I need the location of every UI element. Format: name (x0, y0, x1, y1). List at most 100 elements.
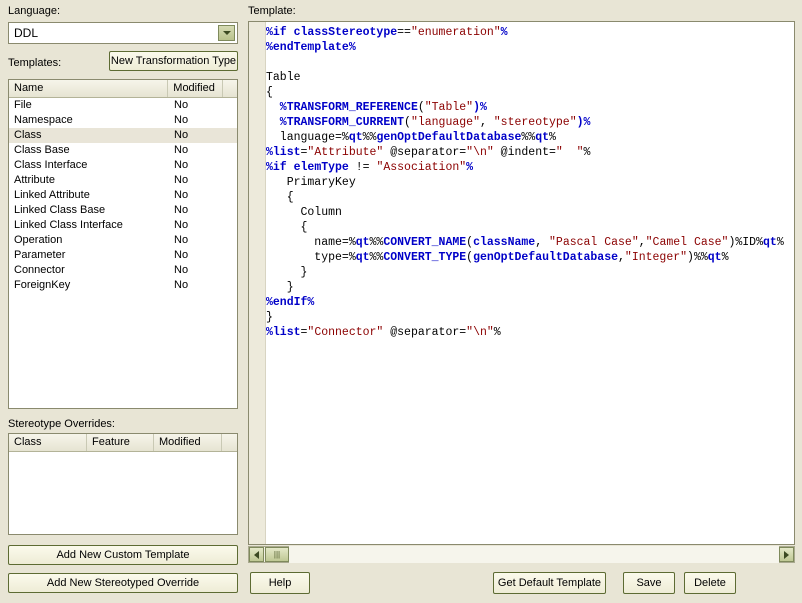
scroll-left-arrow-icon[interactable] (249, 547, 264, 562)
code-token: ( (404, 116, 411, 129)
code-token: "Attribute" (307, 146, 384, 159)
code-line: { (266, 85, 794, 100)
column-header-class[interactable]: Class (9, 434, 87, 451)
code-token: list (272, 146, 301, 159)
code-token: className (473, 236, 536, 249)
table-row[interactable]: Operation No (9, 233, 237, 248)
code-token: "Integer" (624, 251, 688, 264)
template-modified-cell: No (174, 129, 189, 141)
code-token: { (266, 191, 294, 204)
code-line: } (266, 265, 794, 280)
code-token: "\n" (466, 146, 494, 159)
chevron-down-icon[interactable] (218, 25, 235, 41)
template-name-cell: Linked Class Interface (14, 219, 123, 231)
code-token: qt (763, 236, 777, 249)
template-name-cell: Parameter (14, 249, 66, 261)
template-name-cell: Linked Attribute (14, 189, 90, 201)
code-token: )% (728, 236, 743, 249)
code-line: %if classStereotype=="enumeration"% (266, 25, 794, 40)
code-token: genOptDefaultDatabase (473, 251, 619, 264)
template-code-text[interactable]: %if classStereotype=="enumeration"% %endT… (266, 25, 794, 544)
code-token: { (266, 221, 308, 234)
code-token: % (500, 26, 508, 39)
code-token: " " (555, 146, 584, 159)
code-token: list (272, 326, 301, 339)
code-token: type=% (266, 251, 356, 264)
code-token: { (266, 86, 273, 99)
table-row[interactable]: Namespace No (9, 113, 237, 128)
table-row[interactable]: Linked Class Base No (9, 203, 237, 218)
code-token: % (756, 236, 763, 249)
code-token: % (583, 146, 591, 159)
code-line: %if elemType != "Association"% (266, 160, 794, 175)
templates-listview-body: File No Namespace No Class No Class Base No Clas… (9, 98, 237, 293)
code-line: type=%qt%%CONVERT_TYPE(genOptDefaultData… (266, 250, 794, 265)
table-row[interactable]: Linked Attribute No (9, 188, 237, 203)
table-row[interactable]: Class Interface No (9, 158, 237, 173)
get-default-template-button[interactable]: Get Default Template (493, 572, 606, 594)
code-token: % (493, 326, 501, 339)
templates-listview[interactable]: Name Modified File No Namespace No Class No Cl… (8, 79, 238, 409)
column-header-name[interactable]: Name (9, 80, 169, 97)
delete-button[interactable]: Delete (684, 572, 736, 594)
code-token: genOptDefaultDatabase (376, 131, 522, 144)
code-token: %% (369, 236, 384, 249)
help-button[interactable]: Help (250, 572, 310, 594)
column-header-blank[interactable] (222, 434, 237, 451)
column-header-feature[interactable]: Feature (87, 434, 154, 451)
code-token: % (776, 236, 784, 249)
column-header-modified[interactable]: Modified (168, 80, 224, 97)
scrollbar-thumb[interactable]: ||| (265, 547, 289, 562)
code-token: == (397, 26, 411, 39)
code-token: )% (576, 116, 591, 129)
code-token: , (479, 116, 494, 129)
table-row[interactable]: File No (9, 98, 237, 113)
add-new-stereotyped-override-button[interactable]: Add New Stereotyped Override (8, 573, 238, 593)
code-token: % (266, 116, 287, 129)
scrollbar-track[interactable] (289, 546, 779, 563)
table-row[interactable]: Parameter No (9, 248, 237, 263)
table-row[interactable]: Class Base No (9, 143, 237, 158)
column-header-blank[interactable] (223, 80, 237, 97)
code-line: { (266, 190, 794, 205)
left-panel: Language: DDL Templates: New Transformat… (0, 0, 245, 603)
template-name-cell: Namespace (14, 114, 73, 126)
language-combobox[interactable]: DDL (8, 22, 238, 44)
code-token: language=% (266, 131, 349, 144)
code-token: Table (266, 71, 301, 84)
code-token: % (466, 161, 474, 174)
template-name-cell: ForeignKey (14, 279, 71, 291)
table-row[interactable]: ForeignKey No (9, 278, 237, 293)
add-new-custom-template-button[interactable]: Add New Custom Template (8, 545, 238, 565)
code-token: "Camel Case" (645, 236, 729, 249)
code-line: { (266, 220, 794, 235)
template-name-cell: Linked Class Base (14, 204, 106, 216)
code-token: %% (369, 251, 384, 264)
code-token: PrimaryKey (266, 176, 356, 189)
scroll-right-arrow-icon[interactable] (779, 547, 794, 562)
code-token: @separator= (383, 326, 467, 339)
code-token: CONVERT_NAME (383, 236, 467, 249)
editor-horizontal-scrollbar[interactable]: ||| (248, 546, 795, 563)
template-label: Template: (248, 5, 296, 17)
template-code-editor[interactable]: %if classStereotype=="enumeration"% %endT… (248, 21, 795, 545)
stereotype-overrides-listview[interactable]: Class Feature Modified (8, 433, 238, 535)
new-transformation-type-button[interactable]: New Transformation Type (109, 51, 238, 71)
template-name-cell: Class Interface (14, 159, 88, 171)
code-token: "language" (410, 116, 480, 129)
code-token: ID (742, 236, 757, 249)
code-token: %endIf% (266, 296, 315, 309)
code-token: Column (266, 206, 342, 219)
save-button[interactable]: Save (623, 572, 675, 594)
templates-label: Templates: (8, 57, 62, 69)
table-row[interactable]: Class No (9, 128, 237, 143)
table-row[interactable]: Attribute No (9, 173, 237, 188)
code-token: qt (535, 131, 550, 144)
table-row[interactable]: Connector No (9, 263, 237, 278)
column-header-modified[interactable]: Modified (154, 434, 222, 451)
table-row[interactable]: Linked Class Interface No (9, 218, 237, 233)
code-line: %endIf% (266, 295, 794, 310)
template-modified-cell: No (174, 204, 189, 216)
template-name-cell: Class Base (14, 144, 70, 156)
